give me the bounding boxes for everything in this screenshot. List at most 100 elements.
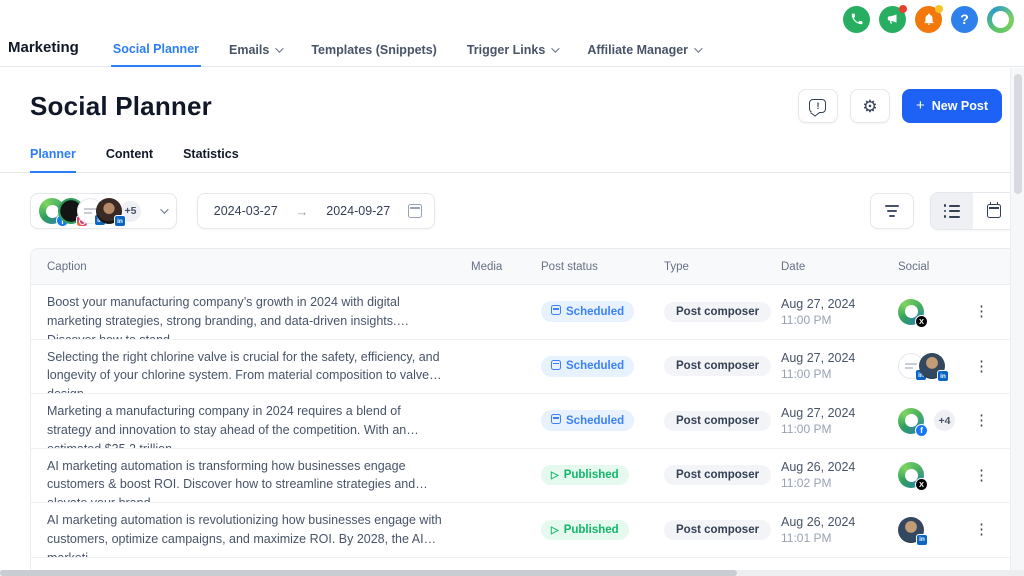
feedback-button[interactable]: ! — [798, 89, 838, 123]
post-date: Aug 26, 202411:02 PM — [781, 460, 898, 490]
chevron-down-icon — [275, 44, 283, 52]
top-icon-bar: ? — [0, 0, 1024, 34]
phone-icon[interactable] — [843, 6, 870, 33]
status-badge: Scheduled — [541, 410, 634, 431]
planner-tabs: Planner Content Statistics — [0, 147, 1024, 173]
col-type: Type — [664, 261, 781, 273]
list-icon — [944, 204, 961, 218]
post-date: Aug 27, 202411:00 PM — [781, 297, 898, 327]
tab-content[interactable]: Content — [106, 147, 153, 172]
post-social-accounts: f+4 — [898, 408, 960, 434]
section-title: Marketing — [8, 34, 79, 56]
table-header: Caption Media Post status Type Date Soci… — [31, 249, 1015, 285]
notification-dot — [935, 5, 943, 13]
row-menu-button[interactable]: ⋮ — [966, 465, 997, 486]
post-caption: Boost your manufacturing company’s growt… — [31, 285, 471, 339]
post-social-accounts: inin — [898, 353, 960, 379]
post-date: Aug 27, 202411:00 PM — [781, 351, 898, 381]
table-row[interactable]: Boost your manufacturing company’s growt… — [31, 285, 1015, 340]
type-badge: Post composer — [664, 520, 771, 540]
date-range-picker[interactable]: 2024-03-27 → 2024-09-27 — [197, 193, 435, 229]
scrollbar-thumb[interactable] — [0, 570, 737, 576]
nav-item-emails[interactable]: Emails — [227, 34, 283, 67]
type-badge: Post composer — [664, 302, 771, 322]
table-row[interactable]: AI marketing automation is revolutionizi… — [31, 503, 1015, 558]
nav-item-social-planner[interactable]: Social Planner — [111, 34, 201, 67]
linkedin-badge-icon: in — [114, 215, 126, 227]
linkedin-badge-icon: in — [916, 534, 928, 546]
x-badge-icon: X — [915, 478, 928, 491]
social-planner-app: ? Marketing Social Planner Emails Templa… — [0, 0, 1024, 576]
accounts-filter[interactable]: finin +5 — [30, 193, 177, 229]
view-controls — [870, 192, 1016, 230]
avatar-ring-center — [992, 11, 1009, 28]
linkedin-badge-icon: in — [937, 370, 949, 382]
chevron-down-icon — [160, 205, 168, 213]
nav-item-templates[interactable]: Templates (Snippets) — [309, 34, 438, 67]
col-date: Date — [781, 261, 898, 273]
post-social-accounts: in — [898, 517, 960, 543]
scrollbar-thumb[interactable] — [1014, 74, 1022, 194]
filter-icon — [885, 205, 899, 207]
page-header: Social Planner ! ⚙ + New Post — [0, 89, 1024, 123]
calendar-view-button[interactable] — [973, 193, 1015, 229]
man-photo-avatar: in — [919, 353, 945, 379]
filter-row: finin +5 2024-03-27 → 2024-09-27 — [0, 192, 1024, 230]
tab-statistics[interactable]: Statistics — [183, 147, 239, 172]
col-caption: Caption — [31, 261, 471, 273]
brand-ring-avatar: X — [898, 299, 924, 325]
horizontal-scrollbar[interactable] — [0, 570, 1024, 576]
view-toggle — [930, 192, 1016, 230]
post-caption: AI marketing automation is revolutionizi… — [31, 503, 471, 557]
announcements-megaphone-icon[interactable] — [879, 6, 906, 33]
vertical-scrollbar[interactable] — [1010, 68, 1024, 570]
post-date: Aug 27, 202411:00 PM — [781, 406, 898, 436]
woman-photo-avatar: in — [96, 198, 122, 224]
date-to-input[interactable]: 2024-09-27 — [323, 204, 395, 218]
nav-item-trigger-links[interactable]: Trigger Links — [465, 34, 560, 67]
brand-ring-avatar: X — [898, 462, 924, 488]
account-avatar[interactable] — [987, 6, 1014, 33]
header-actions: ! ⚙ + New Post — [798, 89, 1002, 123]
marketing-nav: Marketing Social Planner Emails Template… — [0, 34, 1024, 67]
post-social-accounts: X — [898, 462, 960, 488]
page-title: Social Planner — [30, 91, 212, 122]
status-badge: ▷Published — [541, 520, 629, 540]
tab-planner[interactable]: Planner — [30, 147, 76, 173]
notifications-bell-icon[interactable] — [915, 6, 942, 33]
row-menu-button[interactable]: ⋮ — [966, 301, 997, 322]
row-menu-button[interactable]: ⋮ — [966, 356, 997, 377]
table-row[interactable]: AI marketing automation is transforming … — [31, 449, 1015, 504]
row-menu-button[interactable]: ⋮ — [966, 519, 997, 540]
plus-icon: + — [916, 97, 925, 114]
calendar-icon — [408, 204, 422, 218]
notification-dot — [899, 5, 907, 13]
status-icon: ▷ — [551, 524, 559, 536]
status-icon — [551, 414, 561, 427]
chevron-down-icon — [551, 44, 559, 52]
table-row[interactable]: Marketing a manufacturing company in 202… — [31, 394, 1015, 449]
list-view-button[interactable] — [931, 193, 973, 229]
nav-item-affiliate-manager[interactable]: Affiliate Manager — [585, 34, 702, 67]
type-badge: Post composer — [664, 465, 771, 485]
type-badge: Post composer — [664, 411, 771, 431]
feedback-bubble-icon: ! — [809, 99, 826, 113]
table-row[interactable]: Selecting the right chlorine valve is cr… — [31, 340, 1015, 395]
posts-table: Caption Media Post status Type Date Soci… — [30, 248, 1016, 576]
filter-sort-button[interactable] — [870, 193, 914, 229]
status-icon: ▷ — [551, 469, 559, 481]
col-social: Social — [898, 261, 960, 273]
post-social-accounts: X — [898, 299, 960, 325]
col-media: Media — [471, 261, 541, 273]
table-body: Boost your manufacturing company’s growt… — [31, 285, 1015, 576]
help-question-icon[interactable]: ? — [951, 6, 978, 33]
new-post-button[interactable]: + New Post — [902, 89, 1002, 123]
status-badge: ▷Published — [541, 465, 629, 485]
settings-button[interactable]: ⚙ — [850, 89, 890, 123]
calendar-icon — [987, 204, 1001, 218]
status-icon — [551, 360, 561, 373]
status-badge: Scheduled — [541, 356, 634, 377]
row-menu-button[interactable]: ⋮ — [966, 410, 997, 431]
date-from-input[interactable]: 2024-03-27 — [210, 204, 282, 218]
post-caption: Selecting the right chlorine valve is cr… — [31, 340, 471, 394]
